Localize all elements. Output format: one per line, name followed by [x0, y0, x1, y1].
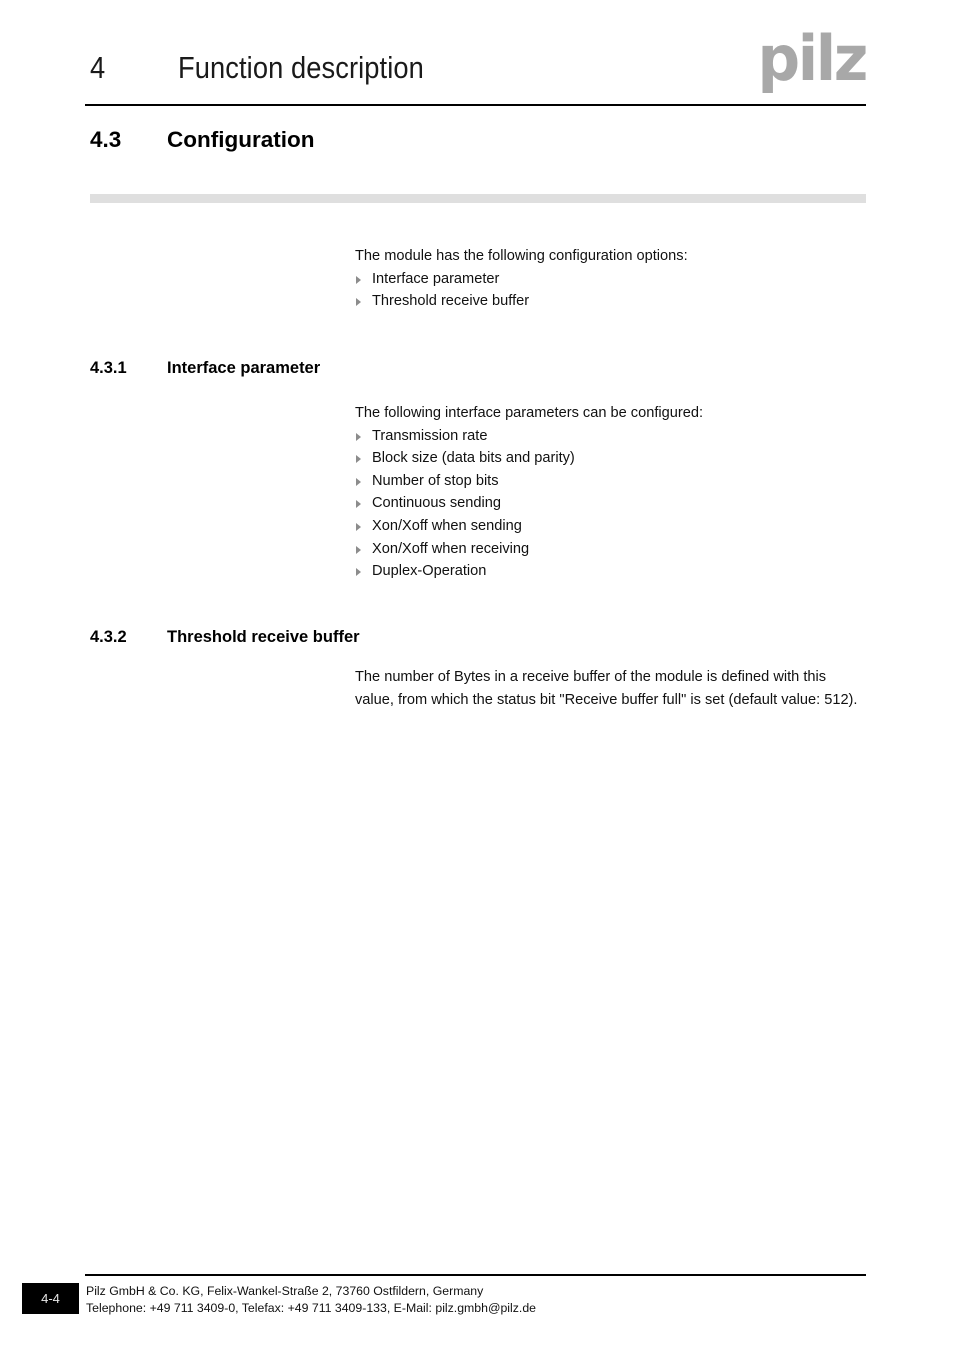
subsection-number: 4.3.2: [90, 628, 127, 646]
subsection-heading-threshold-receive-buffer: 4.3.2 Threshold receive buffer: [90, 625, 866, 651]
triangle-bullet-icon: [356, 522, 361, 531]
intro-paragraph: The module has the following configurati…: [355, 248, 688, 264]
chapter-number: 4: [90, 50, 106, 85]
threshold-receive-buffer-block: The number of Bytes in a receive buffer …: [355, 666, 863, 711]
subsection-title: Threshold receive buffer: [167, 628, 360, 646]
list-item: Xon/Xoff when receiving: [355, 538, 863, 561]
triangle-bullet-icon: [356, 545, 361, 554]
list-item-label: Xon/Xoff when receiving: [372, 540, 530, 557]
footer-address-line: Pilz GmbH & Co. KG, Felix-Wankel-Straße …: [86, 1284, 484, 1298]
list-item-label: Interface parameter: [372, 270, 500, 287]
list-item: Number of stop bits: [355, 470, 863, 493]
list-item: Xon/Xoff when sending: [355, 515, 863, 538]
list-item-label: Number of stop bits: [372, 472, 499, 489]
subsection-number: 4.3.1: [90, 359, 127, 377]
document-page: 4 Function description pilz 4.3 Configur…: [0, 0, 954, 1350]
triangle-bullet-icon: [356, 432, 361, 441]
section-title: Configuration: [167, 127, 315, 152]
interface-parameter-paragraph: The following interface parameters can b…: [355, 405, 704, 421]
header-divider-rule: [85, 104, 866, 106]
subsection-title: Interface parameter: [167, 359, 321, 377]
list-item: Interface parameter: [355, 268, 863, 291]
intro-block: The module has the following configurati…: [355, 245, 863, 313]
interface-parameter-block: The following interface parameters can b…: [355, 402, 863, 583]
footer-contact-line: Telephone: +49 711 3409-0, Telefax: +49 …: [86, 1300, 537, 1315]
pilz-logo: pilz: [757, 22, 869, 95]
page-number-badge: 4-4: [22, 1283, 79, 1314]
list-item-label: Xon/Xoff when sending: [372, 517, 522, 534]
list-item-label: Threshold receive buffer: [372, 293, 530, 310]
triangle-bullet-icon: [356, 500, 361, 509]
section-accent-bar: [90, 194, 866, 203]
triangle-bullet-icon: [356, 568, 361, 577]
list-item-label: Block size (data bits and parity): [372, 450, 575, 467]
chapter-title: Function description: [178, 50, 424, 85]
chapter-heading: 4 Function description: [90, 48, 866, 94]
section-heading: 4.3 Configuration: [90, 125, 866, 157]
triangle-bullet-icon: [356, 477, 361, 486]
intro-bullet-list: Interface parameter Threshold receive bu…: [355, 268, 863, 313]
footer-divider-rule: [85, 1274, 866, 1276]
list-item-label: Continuous sending: [372, 495, 502, 512]
triangle-bullet-icon: [356, 455, 361, 464]
interface-parameter-bullet-list: Transmission rate Block size (data bits …: [355, 425, 863, 583]
list-item-label: Transmission rate: [372, 427, 488, 444]
list-item: Threshold receive buffer: [355, 290, 863, 313]
footer-company-info: Pilz GmbH & Co. KG, Felix-Wankel-Straße …: [86, 1283, 786, 1316]
threshold-receive-buffer-paragraph: The number of Bytes in a receive buffer …: [355, 669, 858, 708]
triangle-bullet-icon: [356, 275, 361, 284]
list-item: Continuous sending: [355, 492, 863, 515]
list-item: Duplex-Operation: [355, 560, 863, 583]
list-item: Transmission rate: [355, 425, 863, 448]
subsection-heading-interface-parameter: 4.3.1 Interface parameter: [90, 356, 866, 382]
triangle-bullet-icon: [356, 298, 361, 307]
section-number: 4.3: [90, 127, 122, 152]
list-item: Block size (data bits and parity): [355, 447, 863, 470]
list-item-label: Duplex-Operation: [372, 563, 487, 580]
